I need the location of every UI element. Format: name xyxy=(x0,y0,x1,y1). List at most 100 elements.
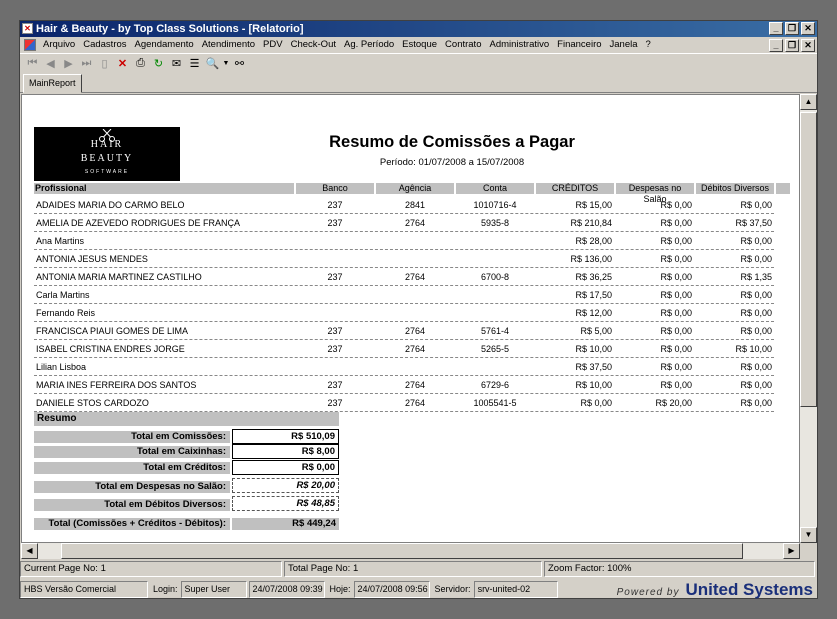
cell-conta xyxy=(456,286,534,304)
menu-janela[interactable]: Janela xyxy=(606,37,642,53)
cell-creditos: R$ 10,00 xyxy=(575,344,612,354)
horizontal-scrollbar[interactable]: ◀ ▶ xyxy=(21,543,800,559)
cell-agencia xyxy=(376,304,454,322)
cell-debitos: R$ 0,00 xyxy=(740,398,772,408)
close-button[interactable]: ✕ xyxy=(801,22,815,35)
title-bar: ✕ Hair & Beauty - by Top Class Solutions… xyxy=(20,21,817,37)
binoculars-icon[interactable]: ⚯ xyxy=(231,56,248,72)
cell-profissional: Lilian Lisboa xyxy=(36,362,87,372)
cell-debitos: R$ 0,00 xyxy=(740,380,772,390)
menu-agendamento[interactable]: Agendamento xyxy=(131,37,198,53)
cell-conta xyxy=(456,304,534,322)
zoom-icon[interactable]: 🔍 xyxy=(204,56,221,72)
summary-label-comissoes: Total em Comissões: xyxy=(34,431,230,443)
menu-pdv[interactable]: PDV xyxy=(259,37,287,53)
next-page-icon[interactable]: ▶ xyxy=(60,56,77,72)
last-page-icon[interactable]: ⏭ xyxy=(78,56,95,72)
tab-mainreport[interactable]: MainReport xyxy=(23,74,82,93)
vertical-scrollbar[interactable]: ▲ ▼ xyxy=(800,94,817,543)
table-row: ISABEL CRISTINA ENDRES JORGE 237 2764 5265-… xyxy=(34,340,774,358)
table-row: Carla Martins R$ 17,50 R$ 0,00 R$ 0,00 xyxy=(34,286,774,304)
menu-ag-periodo[interactable]: Ag. Período xyxy=(340,37,398,53)
export-icon[interactable]: ✉ xyxy=(168,56,185,72)
table-row: FRANCISCA PIAUI GOMES DE LIMA 237 2764 5761… xyxy=(34,322,774,340)
table-row: Fernando Reis R$ 12,00 R$ 0,00 R$ 0,00 xyxy=(34,304,774,322)
report-status-bar: Current Page No: 1 Total Page No: 1 Zoom… xyxy=(20,561,817,578)
servidor-value: srv-united-02 xyxy=(473,580,558,598)
child-minimize-button[interactable]: _ xyxy=(769,39,783,52)
child-close-button[interactable]: ✕ xyxy=(801,39,815,52)
refresh-icon[interactable]: ↻ xyxy=(150,56,167,72)
cell-creditos: R$ 28,00 xyxy=(575,236,612,246)
summary-value-total: R$ 449,24 xyxy=(232,518,339,530)
cell-despesas: R$ 0,00 xyxy=(660,344,692,354)
restore-button[interactable]: ❐ xyxy=(785,22,799,35)
summary-label-despesas: Total em Despesas no Salão: xyxy=(34,481,230,493)
horizontal-scroll-thumb[interactable] xyxy=(61,543,743,559)
window-title: Hair & Beauty - by Top Class Solutions -… xyxy=(36,23,304,35)
cell-debitos: R$ 0,00 xyxy=(740,362,772,372)
cell-despesas: R$ 0,00 xyxy=(660,326,692,336)
child-window-icon[interactable] xyxy=(24,39,36,51)
cell-despesas: R$ 0,00 xyxy=(660,380,692,390)
scroll-down-icon[interactable]: ▼ xyxy=(800,527,817,543)
cell-banco: 237 xyxy=(327,326,343,336)
col-header-creditos: CRÉDITOS xyxy=(536,183,614,194)
cell-banco xyxy=(296,250,374,268)
prev-page-icon[interactable]: ◀ xyxy=(42,56,59,72)
app-icon: ✕ xyxy=(22,23,33,34)
menu-atendimento[interactable]: Atendimento xyxy=(198,37,259,53)
cell-banco: 237 xyxy=(327,380,343,390)
cell-banco xyxy=(296,286,374,304)
vertical-scroll-thumb[interactable] xyxy=(800,112,817,407)
menu-cadastros[interactable]: Cadastros xyxy=(79,37,130,53)
cell-debitos: R$ 0,00 xyxy=(740,254,772,264)
col-header-debitos: Débitos Diversos xyxy=(696,183,774,194)
brand-logo: United Systems xyxy=(685,580,813,599)
menu-arquivo[interactable]: Arquivo xyxy=(39,37,79,53)
dropdown-arrow-icon[interactable]: ▼ xyxy=(222,56,230,72)
cell-creditos: R$ 37,50 xyxy=(575,362,612,372)
menu-administrativo[interactable]: Administrativo xyxy=(485,37,553,53)
tab-strip: MainReport xyxy=(20,74,817,93)
logo-line-1: HAIR xyxy=(90,139,124,150)
scroll-left-icon[interactable]: ◀ xyxy=(21,543,38,559)
child-restore-button[interactable]: ❐ xyxy=(785,39,799,52)
cell-despesas: R$ 0,00 xyxy=(660,272,692,282)
zoom-factor: Zoom Factor: 100% xyxy=(544,561,815,577)
cell-creditos: R$ 36,25 xyxy=(575,272,612,282)
scroll-up-icon[interactable]: ▲ xyxy=(800,94,817,110)
summary-label-total: Total (Comissões + Créditos - Débitos): xyxy=(34,518,230,530)
cell-conta xyxy=(456,250,534,268)
cell-despesas: R$ 20,00 xyxy=(655,398,692,408)
cell-banco xyxy=(296,304,374,322)
minimize-button[interactable]: _ xyxy=(769,22,783,35)
cell-conta: 6700-8 xyxy=(480,272,510,282)
scroll-right-icon[interactable]: ▶ xyxy=(783,543,800,559)
col-header-agencia: Agência xyxy=(376,183,454,194)
menu-check-out[interactable]: Check-Out xyxy=(287,37,340,53)
cell-profissional: Ana Martins xyxy=(36,236,85,246)
print-icon[interactable]: ⎙ xyxy=(132,56,149,72)
cell-agencia xyxy=(376,250,454,268)
menu-financeiro[interactable]: Financeiro xyxy=(553,37,605,53)
first-page-icon[interactable]: ⏮ xyxy=(24,56,41,72)
cell-agencia: 2764 xyxy=(404,272,426,282)
cell-banco: 237 xyxy=(327,200,343,210)
menu-estoque[interactable]: Estoque xyxy=(398,37,441,53)
cell-despesas: R$ 0,00 xyxy=(660,290,692,300)
cell-agencia: 2764 xyxy=(404,344,426,354)
close-icon[interactable]: ✕ xyxy=(114,56,131,72)
cell-debitos: R$ 0,00 xyxy=(740,290,772,300)
cell-conta: 1010716-4 xyxy=(473,200,517,210)
cell-profissional: Carla Martins xyxy=(36,290,90,300)
blank-page-icon[interactable]: ▯ xyxy=(96,56,113,72)
tree-icon[interactable]: ☰ xyxy=(186,56,203,72)
cell-despesas: R$ 0,00 xyxy=(660,218,692,228)
cell-debitos: R$ 10,00 xyxy=(735,344,772,354)
login-label: Login: xyxy=(153,584,178,594)
menu-help[interactable]: ? xyxy=(642,37,655,53)
company-logo: HAIR BEAUTY SOFTWARE xyxy=(34,127,180,181)
powered-by: Powered by United Systems xyxy=(617,579,813,599)
menu-contrato[interactable]: Contrato xyxy=(441,37,485,53)
